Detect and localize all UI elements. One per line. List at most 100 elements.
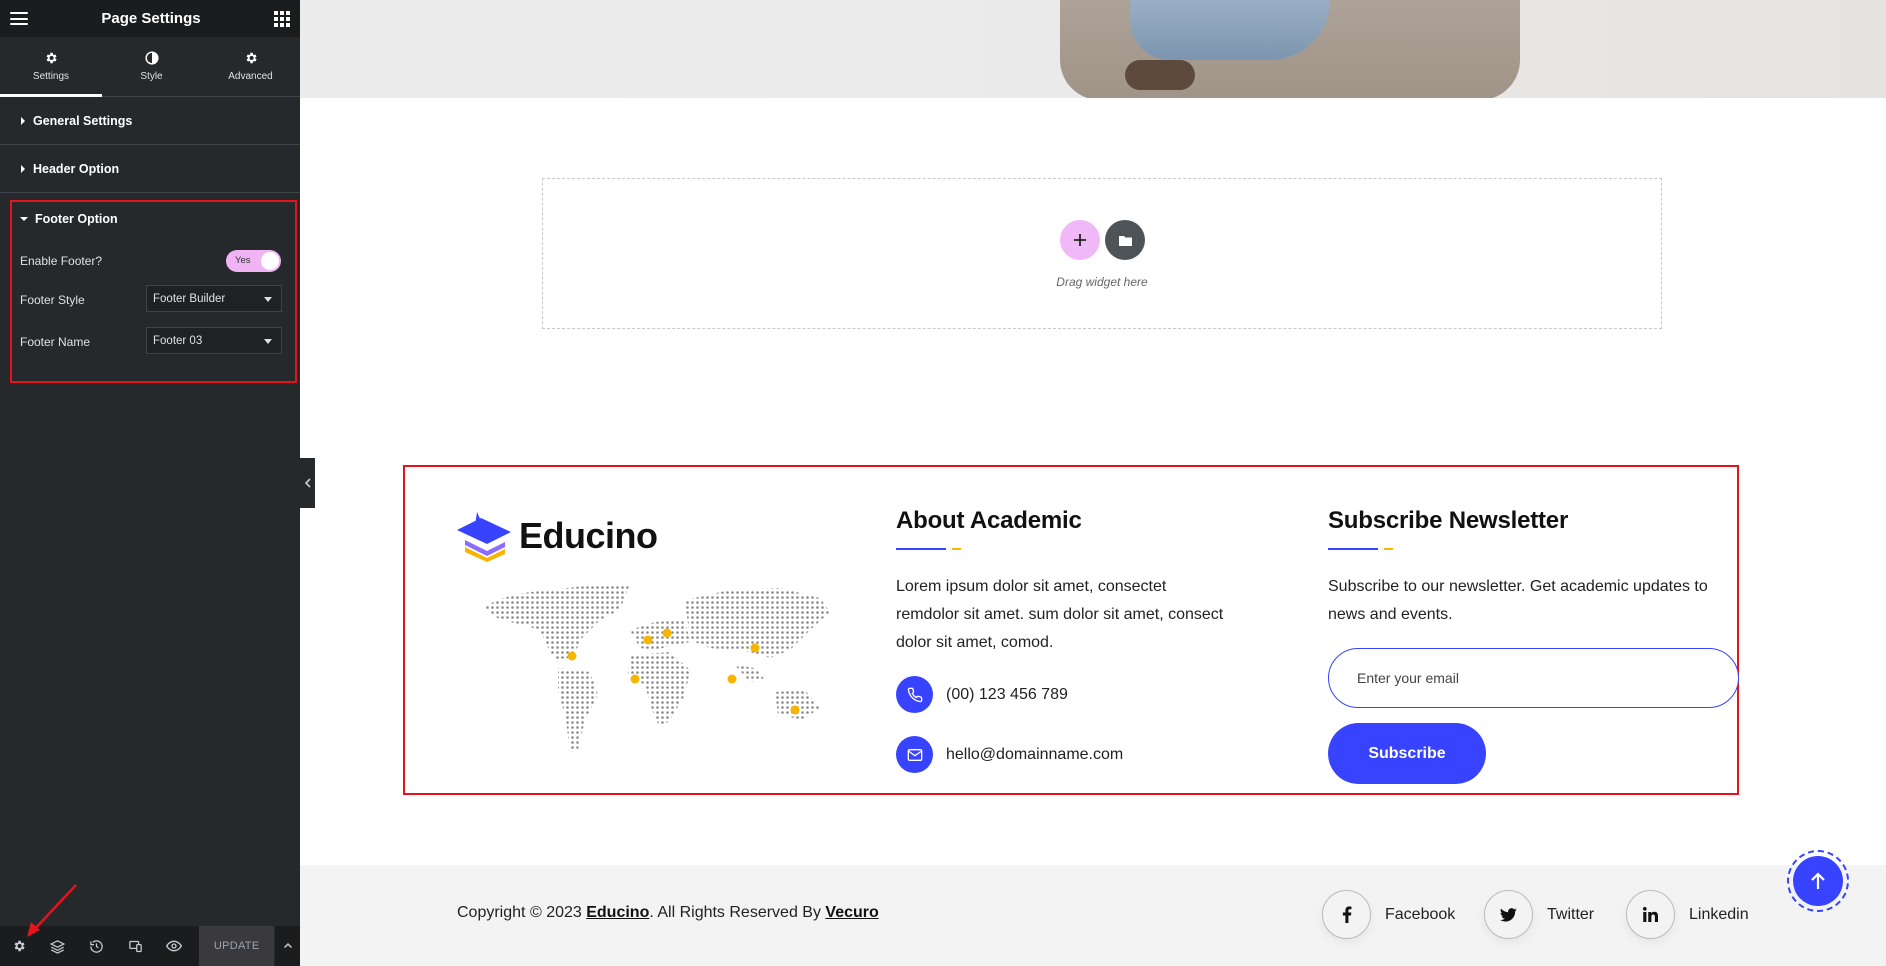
drop-zone[interactable]: Drag widget here <box>542 178 1662 329</box>
phone-icon <box>907 687 922 702</box>
scroll-to-top-button[interactable] <box>1787 850 1849 912</box>
twitter-icon-circle <box>1484 890 1533 939</box>
email-icon-badge <box>896 736 933 773</box>
section-label: Footer Option <box>35 212 118 226</box>
brand-name: Educino <box>519 515 658 556</box>
drop-zone-text: Drag widget here <box>1056 275 1148 289</box>
company-link[interactable]: Vecuro <box>825 904 878 921</box>
plus-icon <box>1074 234 1086 246</box>
update-button[interactable]: UPDATE <box>199 926 275 966</box>
layers-icon <box>50 939 66 954</box>
copyright-symbol: © <box>529 904 542 921</box>
annotation-arrow <box>27 884 77 937</box>
tab-advanced[interactable]: Advanced <box>201 37 300 96</box>
enable-footer-label: Enable Footer? <box>20 254 103 268</box>
social-facebook[interactable]: Facebook <box>1322 890 1455 939</box>
section-footer-option: Footer Option Enable Footer? Yes Footer … <box>10 200 297 383</box>
social-label: Twitter <box>1547 905 1595 923</box>
enable-footer-switch[interactable]: Yes <box>226 250 281 272</box>
arrow-up-icon <box>1811 872 1825 889</box>
tab-settings-label: Settings <box>32 71 70 82</box>
facebook-icon <box>1342 906 1351 923</box>
folder-icon <box>1118 235 1132 246</box>
section-general-settings[interactable]: General Settings <box>0 97 300 145</box>
social-twitter[interactable]: Twitter <box>1484 890 1594 939</box>
heading-underline-accent <box>1384 548 1393 550</box>
scroll-to-top-inner <box>1793 856 1843 906</box>
phone-number[interactable]: (00) 123 456 789 <box>946 686 1068 704</box>
panel-title: Page Settings <box>101 10 201 27</box>
contrast-icon <box>144 51 159 65</box>
caret-right-icon <box>21 116 25 125</box>
tab-style-label: Style <box>140 71 163 82</box>
section-label: Header Option <box>33 161 120 176</box>
email-address[interactable]: hello@domainname.com <box>946 746 1123 764</box>
envelope-icon <box>907 748 922 761</box>
collapse-panel-button[interactable] <box>300 458 315 508</box>
add-section-button[interactable] <box>1060 220 1100 260</box>
switch-label: Yes <box>235 255 251 266</box>
copyright-text: Copyright © 2023 Educino. All Rights Res… <box>457 904 879 922</box>
tab-settings[interactable]: Settings <box>0 37 102 97</box>
responsive-mode-button[interactable] <box>116 926 155 966</box>
switch-knob <box>261 252 279 270</box>
footer-name-select[interactable]: Footer 03 <box>146 327 282 354</box>
menu-icon[interactable] <box>10 12 28 25</box>
gear-icon <box>246 52 257 64</box>
linkedin-icon <box>1643 907 1658 922</box>
panel-tabs: Settings Style Advanced <box>0 37 300 97</box>
history-icon <box>90 939 103 953</box>
tab-style[interactable]: Style <box>102 37 201 96</box>
footer-option-toggle[interactable]: Footer Option <box>12 202 118 236</box>
footer-name-label: Footer Name <box>20 335 91 349</box>
newsletter-email-input[interactable] <box>1328 648 1739 708</box>
phone-icon-badge <box>896 676 933 713</box>
select-value: Footer 03 <box>153 334 203 347</box>
chevron-down-icon <box>264 297 272 302</box>
caret-right-icon <box>21 164 25 173</box>
gear-icon <box>14 940 25 952</box>
section-header-option[interactable]: Header Option <box>0 145 300 193</box>
newsletter-heading: Subscribe Newsletter <box>1328 507 1569 534</box>
rights-text: . All Rights Reserved By <box>649 904 821 921</box>
graduation-cap-icon <box>457 512 511 562</box>
brand-link[interactable]: Educino <box>586 904 649 921</box>
person-shape <box>1130 0 1330 60</box>
footer-style-select[interactable]: Footer Builder <box>146 285 282 312</box>
brand-logo[interactable]: Educino <box>455 510 658 562</box>
history-button[interactable] <box>77 926 116 966</box>
update-options-button[interactable] <box>274 926 300 966</box>
newsletter-text: Subscribe to our newsletter. Get academi… <box>1328 578 1708 623</box>
chevron-left-icon <box>304 478 311 488</box>
social-label: Facebook <box>1385 905 1456 923</box>
hero-image <box>300 0 1886 98</box>
footer-style-label: Footer Style <box>20 293 85 307</box>
about-heading: About Academic <box>896 507 1082 534</box>
widgets-grid-icon[interactable] <box>273 10 290 27</box>
about-text: Lorem ipsum dolor sit amet, consectet re… <box>896 578 1224 651</box>
facebook-icon-circle <box>1322 890 1371 939</box>
linkedin-icon-circle <box>1626 890 1675 939</box>
add-template-button[interactable] <box>1105 220 1145 260</box>
subscribe-button[interactable]: Subscribe <box>1328 723 1486 784</box>
shoe-shape <box>1125 60 1195 90</box>
heading-underline <box>896 548 946 550</box>
social-linkedin[interactable]: Linkedin <box>1626 890 1749 939</box>
gear-icon <box>46 52 57 64</box>
select-value: Footer Builder <box>153 292 226 305</box>
tab-advanced-label: Advanced <box>228 71 273 82</box>
preview-button[interactable] <box>154 926 193 966</box>
world-map-image <box>484 584 830 752</box>
chevron-down-icon <box>264 339 272 344</box>
twitter-icon <box>1500 907 1517 922</box>
chevron-up-icon <box>283 942 292 949</box>
copyright-year: 2023 <box>546 904 582 921</box>
panel-header: Page Settings <box>0 0 300 37</box>
heading-underline <box>1328 548 1378 550</box>
section-label: General Settings <box>33 113 133 128</box>
heading-underline-accent <box>952 548 961 550</box>
caret-down-icon <box>20 217 28 221</box>
eye-icon <box>165 940 182 952</box>
devices-icon <box>128 940 142 952</box>
editor-panel: Page Settings Settings Style Advanced Ge… <box>0 0 300 966</box>
